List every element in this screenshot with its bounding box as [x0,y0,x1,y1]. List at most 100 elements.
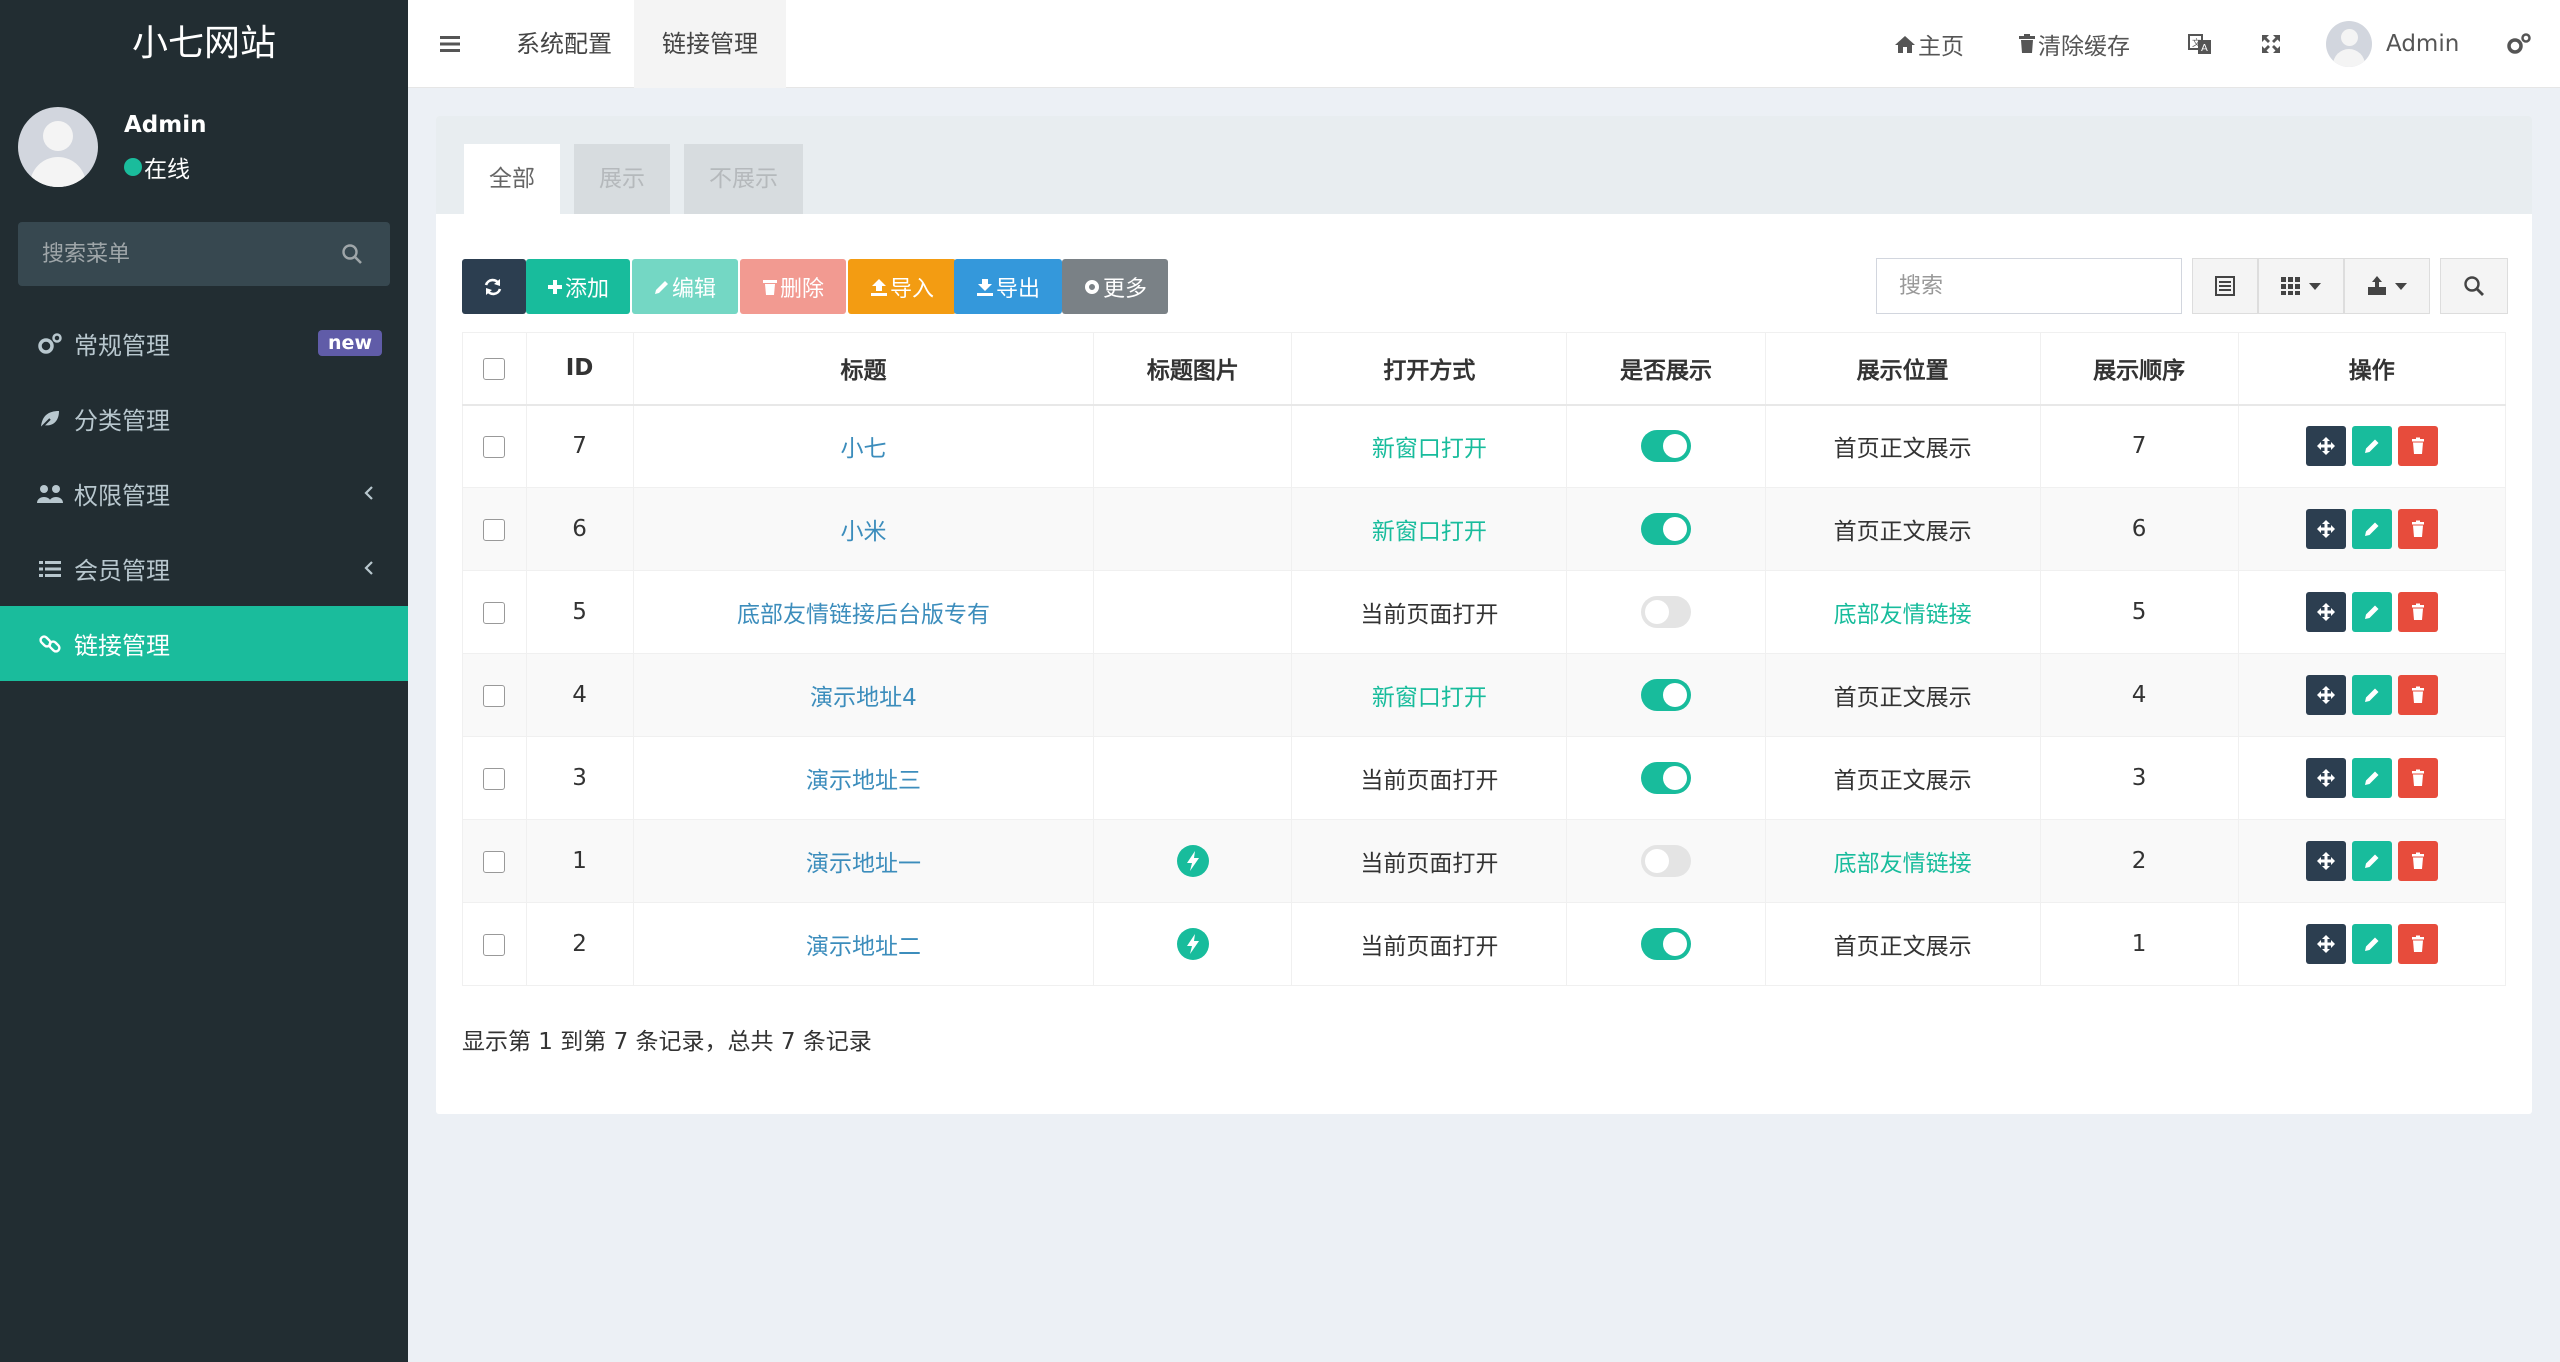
row-checkbox[interactable] [483,518,506,541]
row-checkbox[interactable] [483,850,506,873]
tab-shown[interactable]: 展示 [574,144,670,214]
show-toggle[interactable] [1641,679,1692,711]
table-row[interactable]: 4 演示地址4 新窗口打开 首页正文展示 4 [462,653,2507,737]
home-link[interactable]: 主页 [1894,0,1964,88]
sidebar-item-category[interactable]: 分类管理 [0,381,408,456]
drag-button[interactable] [2305,592,2346,632]
row-edit-button[interactable] [2351,758,2392,798]
col-open-mode[interactable]: 打开方式 [1291,332,1568,406]
show-toggle[interactable] [1641,928,1692,960]
more-button[interactable]: 更多 [1062,259,1168,314]
title-link[interactable]: 演示地址4 [810,685,917,711]
hamburger-icon[interactable] [438,32,462,56]
col-order[interactable]: 展示顺序 [2039,332,2239,406]
row-delete-button[interactable] [2397,675,2438,715]
show-toggle[interactable] [1641,845,1692,877]
row-checkbox[interactable] [483,684,506,707]
row-delete-button[interactable] [2397,841,2438,881]
drag-button[interactable] [2305,758,2346,798]
sidebar-item-permissions[interactable]: 权限管理 [0,456,408,531]
edit-button[interactable]: 编辑 [632,259,738,314]
row-edit-button[interactable] [2351,675,2392,715]
import-button[interactable]: 导入 [848,259,956,314]
table-row[interactable]: 7 小七 新窗口打开 首页正文展示 7 [462,404,2507,488]
bolt-icon[interactable] [1176,928,1209,960]
table-row[interactable]: 3 演示地址三 当前页面打开 首页正文展示 3 [462,736,2507,820]
col-show[interactable]: 是否展示 [1566,332,1766,406]
show-toggle[interactable] [1641,430,1692,463]
table-row[interactable]: 2 演示地址二 当前页面打开 首页正文展示 1 [462,902,2507,986]
tab-hidden[interactable]: 不展示 [684,144,803,214]
search-icon[interactable] [340,242,364,266]
open-mode-label[interactable]: 新窗口打开 [1372,685,1487,711]
title-link[interactable]: 小七 [840,436,886,462]
drag-button[interactable] [2305,841,2346,881]
language-icon: 文A [2188,34,2211,54]
col-image[interactable]: 标题图片 [1093,332,1293,406]
tab-link-management[interactable]: 链接管理 [634,0,786,88]
sidebar-item-label: 链接管理 [74,632,170,660]
table-row[interactable]: 6 小米 新窗口打开 首页正文展示 6 [462,487,2507,571]
tab-system-config[interactable]: 系统配置 [488,0,640,88]
row-checkbox[interactable] [483,767,506,790]
col-position[interactable]: 展示位置 [1764,332,2041,406]
table-row[interactable]: 1 演示地址一 当前页面打开 底部友情链接 2 [462,819,2507,903]
drag-button[interactable] [2305,426,2346,467]
export-button[interactable]: 导出 [954,259,1062,314]
show-toggle[interactable] [1641,762,1692,794]
bolt-icon[interactable] [1176,845,1209,877]
title-link[interactable]: 小米 [840,519,886,545]
expand-icon [2262,35,2280,53]
add-button[interactable]: 添加 [526,259,630,314]
search-button[interactable] [2440,258,2508,314]
title-link[interactable]: 演示地址二 [806,934,921,960]
home-label: 主页 [1918,34,1964,60]
drag-button[interactable] [2305,924,2346,964]
show-toggle[interactable] [1641,513,1692,545]
row-edit-button[interactable] [2351,509,2392,549]
open-mode-label[interactable]: 新窗口打开 [1372,436,1487,462]
toggle-view-button[interactable] [2192,258,2258,314]
row-delete-button[interactable] [2397,924,2438,964]
title-link[interactable]: 演示地址三 [806,768,921,794]
tab-all[interactable]: 全部 [464,144,560,214]
position-label[interactable]: 底部友情链接 [1834,602,1972,628]
delete-button[interactable]: 删除 [740,259,846,314]
row-delete-button[interactable] [2397,509,2438,549]
row-checkbox[interactable] [483,435,506,458]
refresh-button[interactable] [462,259,526,314]
row-delete-button[interactable] [2397,592,2438,632]
table-row[interactable]: 5 底部友情链接后台版专有 当前页面打开 底部友情链接 5 [462,570,2507,654]
app-logo[interactable]: 小七网站 [0,0,408,88]
position-label[interactable]: 底部友情链接 [1834,851,1972,877]
show-toggle[interactable] [1641,596,1692,628]
settings-button[interactable] [2506,0,2534,88]
row-delete-button[interactable] [2397,758,2438,798]
sidebar-item-members[interactable]: 会员管理 [0,531,408,606]
drag-button[interactable] [2305,509,2346,549]
title-link[interactable]: 底部友情链接后台版专有 [737,602,990,628]
col-title[interactable]: 标题 [632,332,1095,406]
columns-button[interactable] [2258,258,2344,314]
row-edit-button[interactable] [2351,592,2392,632]
sidebar-item-general[interactable]: 常规管理 new [0,306,408,381]
row-checkbox[interactable] [483,933,506,956]
row-edit-button[interactable] [2351,426,2392,467]
sidebar-item-links[interactable]: 链接管理 [0,606,408,681]
search-input[interactable] [1876,258,2182,314]
row-delete-button[interactable] [2397,426,2438,467]
select-all-checkbox[interactable] [483,357,506,380]
clear-cache-button[interactable]: 清除缓存 [2018,0,2130,88]
row-edit-button[interactable] [2351,924,2392,964]
title-link[interactable]: 演示地址一 [806,851,921,877]
drag-button[interactable] [2305,675,2346,715]
user-menu[interactable]: Admin [2326,0,2459,88]
export-options-button[interactable] [2344,258,2430,314]
open-mode-label[interactable]: 新窗口打开 [1372,519,1487,545]
row-checkbox[interactable] [483,601,506,624]
menu-search-input[interactable] [18,222,390,286]
row-edit-button[interactable] [2351,841,2392,881]
language-button[interactable]: 文A [2188,0,2214,88]
fullscreen-button[interactable] [2260,0,2284,88]
col-id[interactable]: ID [525,332,634,406]
